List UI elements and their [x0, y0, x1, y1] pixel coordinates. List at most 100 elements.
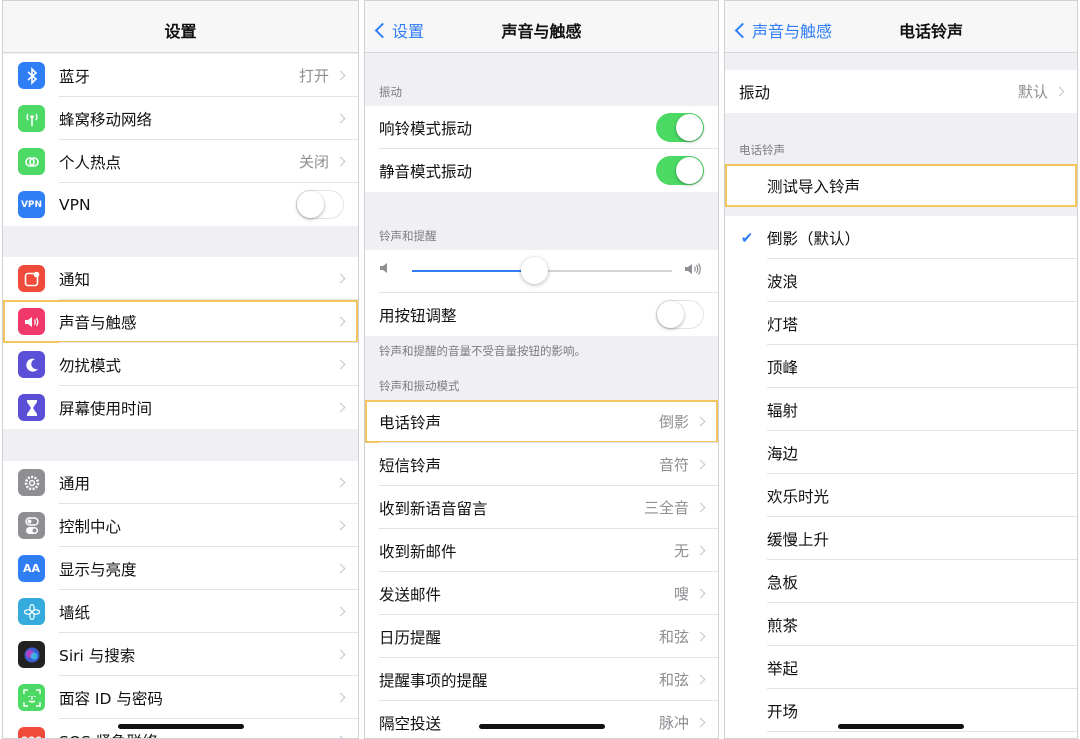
silent-vibration-toggle[interactable] [656, 156, 704, 185]
home-indicator[interactable] [117, 724, 244, 729]
row-label: 发送邮件 [379, 585, 442, 604]
row-label: Siri 与搜索 [59, 646, 136, 665]
ringtone-row[interactable]: 辐射 [725, 388, 1077, 431]
volume-slider-thumb[interactable] [521, 257, 549, 284]
siri-icon [18, 641, 45, 668]
ringtone-row[interactable]: ✔ 倒影（默认） [725, 216, 1077, 259]
pattern-row-text-tone[interactable]: 短信铃声 音符 [365, 443, 718, 486]
settings-row-hotspot[interactable]: 个人热点 关闭 [3, 140, 358, 183]
ringtone-row[interactable]: 海边 [725, 431, 1077, 474]
row-value: 三全音 [643, 499, 689, 517]
row-value: 倒影 [658, 413, 689, 431]
pattern-row-sent-mail[interactable]: 发送邮件 嗖 [365, 572, 718, 615]
vibration-group: 振动 默认 [725, 70, 1077, 113]
pattern-row-calendar[interactable]: 日历提醒 和弦 [365, 615, 718, 658]
row-label: 测试导入铃声 [767, 177, 861, 196]
row-label: 提醒事项的提醒 [379, 671, 488, 690]
ringtone-row[interactable]: 欢乐时光 [725, 474, 1077, 517]
imported-ringtone-row[interactable]: 测试导入铃声 [725, 164, 1077, 207]
settings-row-display[interactable]: AA 显示与亮度 [3, 547, 358, 590]
navigation-bar: 声音与触感 电话铃声 [725, 1, 1077, 53]
ringtone-row[interactable]: 举起 [725, 646, 1077, 689]
row-label: 短信铃声 [379, 456, 442, 475]
row-label: 煎茶 [767, 616, 799, 635]
ringtone-row[interactable]: 顶峰 [725, 345, 1077, 388]
ringtone-row[interactable]: 灯塔 [725, 302, 1077, 345]
row-value: 和弦 [658, 671, 689, 689]
row-value: 默认 [1017, 83, 1048, 101]
settings-row-general[interactable]: 通用 [3, 461, 358, 504]
volume-slider-fill [412, 270, 535, 272]
row-label: 收到新邮件 [379, 542, 457, 561]
settings-row-sounds-haptics[interactable]: 声音与触感 [3, 300, 358, 343]
volume-slider[interactable] [412, 257, 672, 284]
ringer-group: 用按钮调整 [365, 250, 718, 336]
home-indicator[interactable] [838, 724, 964, 729]
row-value: 无 [673, 542, 689, 560]
ringtone-row[interactable]: 煎茶 [725, 603, 1077, 646]
vpn-toggle[interactable] [296, 190, 344, 219]
chevron-right-icon [335, 402, 346, 413]
switches-icon [18, 512, 45, 539]
chevron-right-icon [335, 692, 346, 703]
settings-row-cellular[interactable]: 蜂窝移动网络 [3, 97, 358, 140]
pattern-row-ringtone[interactable]: 电话铃声 倒影 [365, 400, 718, 443]
section-header-vibration: 振动 [379, 85, 402, 99]
settings-row-siri[interactable]: Siri 与搜索 [3, 633, 358, 676]
pattern-row-new-mail[interactable]: 收到新邮件 无 [365, 529, 718, 572]
chevron-right-icon [335, 359, 346, 370]
row-label: 勿扰模式 [59, 356, 122, 375]
ring-vibration-toggle[interactable] [656, 113, 704, 142]
row-label: 声音与触感 [59, 313, 137, 332]
row-label: 通知 [59, 270, 91, 289]
settings-group-general: 通用 控制中心 AA 显示与亮度 墙纸 Siri 与搜索 面容 ID 与密码 [3, 461, 358, 738]
chevron-right-icon [335, 520, 346, 531]
chevron-right-icon [695, 631, 706, 642]
section-header-patterns: 铃声和振动模式 [379, 379, 460, 393]
vibration-row[interactable]: 振动 默认 [725, 70, 1077, 113]
adjust-with-buttons-toggle[interactable] [656, 300, 704, 329]
row-label: 欢乐时光 [767, 487, 830, 506]
ringtone-row[interactable]: 波浪 [725, 259, 1077, 302]
settings-row-notifications[interactable]: 通知 [3, 257, 358, 300]
row-value: 脉冲 [658, 714, 689, 732]
settings-row-wallpaper[interactable]: 墙纸 [3, 590, 358, 633]
bluetooth-icon [18, 62, 45, 89]
row-label: 波浪 [767, 272, 799, 291]
settings-row-do-not-disturb[interactable]: 勿扰模式 [3, 343, 358, 386]
row-label: 用按钮调整 [379, 306, 457, 325]
settings-row-sos[interactable]: SOS SOS 紧急联络 [3, 719, 358, 738]
navigation-bar: 设置 [3, 1, 358, 53]
row-label: 振动 [739, 83, 771, 102]
pattern-row-airdrop[interactable]: 隔空投送 脉冲 [365, 701, 718, 738]
settings-row-control-center[interactable]: 控制中心 [3, 504, 358, 547]
row-label: 静音模式振动 [379, 162, 473, 181]
ringtone-row[interactable]: 缓慢上升 [725, 517, 1077, 560]
ringtone-row[interactable]: 急板 [725, 560, 1077, 603]
chevron-right-icon [695, 588, 706, 599]
volume-low-icon [379, 262, 389, 278]
settings-row-face-id[interactable]: 面容 ID 与密码 [3, 676, 358, 719]
ringtone-row[interactable]: 雷达 [725, 732, 1077, 738]
settings-group-connectivity: 蓝牙 打开 蜂窝移动网络 个人热点 关闭 VPN VPN [3, 54, 358, 226]
pattern-row-reminders[interactable]: 提醒事项的提醒 和弦 [365, 658, 718, 701]
row-label: 海边 [767, 444, 799, 463]
chevron-right-icon [335, 113, 346, 124]
settings-row-screen-time[interactable]: 屏幕使用时间 [3, 386, 358, 429]
patterns-group: 电话铃声 倒影 短信铃声 音符 收到新语音留言 三全音 收到新邮件 无 发送邮件… [365, 400, 718, 738]
navigation-bar: 设置 声音与触感 [365, 1, 718, 53]
row-label: 个人热点 [59, 153, 122, 172]
row-label: 开场 [767, 702, 799, 721]
home-indicator[interactable] [478, 724, 605, 729]
pattern-row-voicemail[interactable]: 收到新语音留言 三全音 [365, 486, 718, 529]
adjust-with-buttons-row: 用按钮调整 [365, 293, 718, 336]
chevron-right-icon [335, 477, 346, 488]
page-title: 声音与触感 [501, 22, 582, 41]
row-label: 墙纸 [59, 603, 91, 622]
section-header-ringtones: 电话铃声 [739, 143, 785, 157]
ringer-footnote: 铃声和提醒的音量不受音量按钮的影响。 [379, 344, 586, 358]
row-label: 屏幕使用时间 [59, 399, 153, 418]
settings-row-bluetooth[interactable]: 蓝牙 打开 [3, 54, 358, 97]
ringtone-rows: ✔ 倒影（默认） 波浪灯塔顶峰辐射海边欢乐时光缓慢上升急板煎茶举起开场雷达 [725, 216, 1077, 738]
row-value: 和弦 [658, 628, 689, 646]
